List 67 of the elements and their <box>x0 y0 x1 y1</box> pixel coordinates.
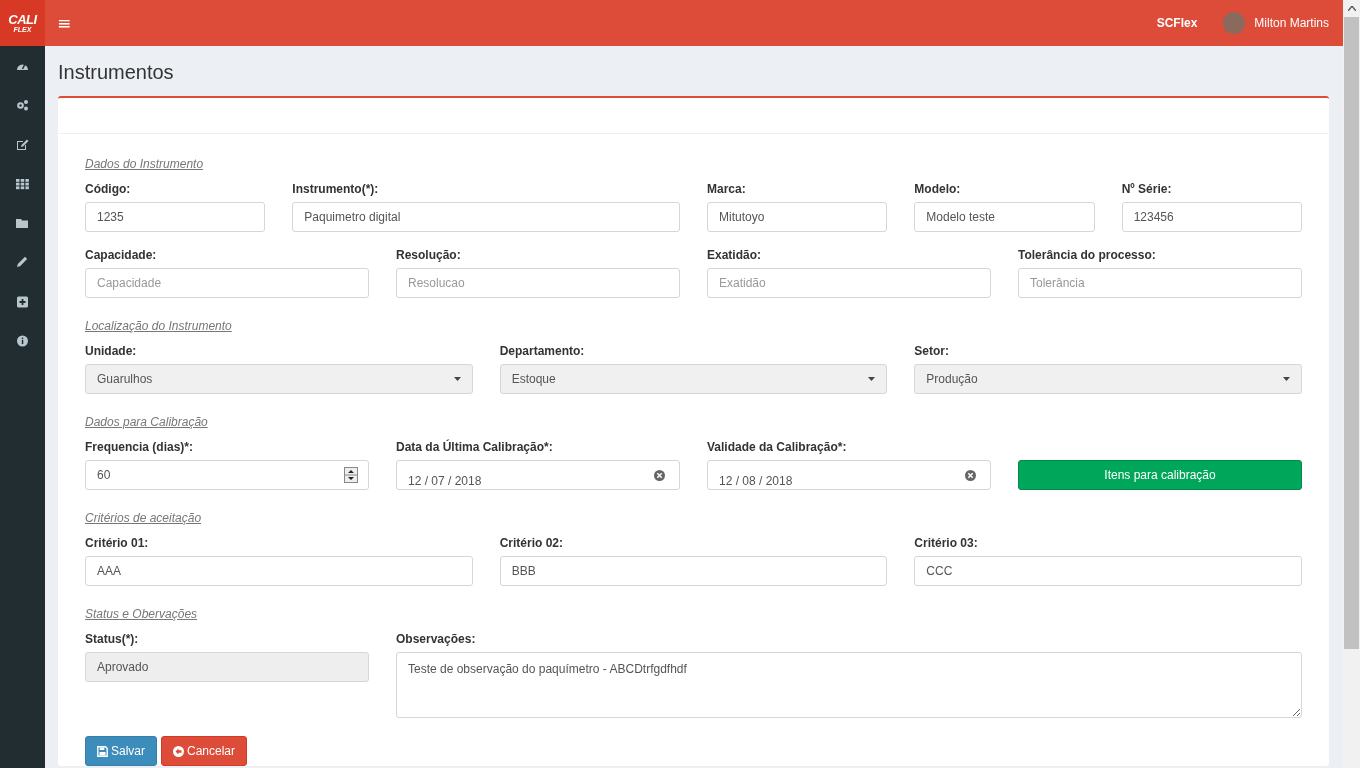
text-field[interactable]: Resolucao <box>396 268 680 298</box>
number-field[interactable]: 60 <box>85 460 369 490</box>
field-label: Instrumento(*): <box>292 182 380 196</box>
text-field[interactable]: AAA <box>85 556 473 586</box>
text-field[interactable]: 123456 <box>1121 202 1302 232</box>
field-label: Status(*): <box>85 632 140 646</box>
scroll-up-icon[interactable] <box>1347 6 1356 11</box>
field-label: Resolução: <box>396 248 462 262</box>
plus-square-icon[interactable] <box>16 295 29 308</box>
caret-icon <box>453 377 461 381</box>
section-title: Critérios de aceitação <box>85 510 203 526</box>
text-field[interactable]: BBB <box>499 556 888 586</box>
select-field[interactable]: Estoque <box>499 364 888 394</box>
field-label: Data da Última Calibração*: <box>396 440 554 454</box>
field-label: Nº Série: <box>1121 182 1173 196</box>
field-label: Critério 01: <box>85 536 150 550</box>
status-field: Aprovado <box>85 652 369 682</box>
date-field[interactable]: 12 / 07 / 2018 <box>396 460 680 490</box>
field-label: Critério 03: <box>914 536 979 550</box>
text-field[interactable]: Mitutoyo <box>707 202 888 232</box>
field-label: Frequencia (dias)*: <box>85 440 195 454</box>
field-label: Setor: <box>914 344 950 358</box>
gears-icon[interactable] <box>16 99 29 112</box>
text-field[interactable]: Exatidão <box>707 268 991 298</box>
spinner-icon[interactable] <box>344 467 358 483</box>
field-label: Modelo: <box>914 182 962 196</box>
grid-icon[interactable] <box>16 177 29 190</box>
date-field[interactable]: 12 / 08 / 2018 <box>707 460 991 490</box>
select-field[interactable]: Produção <box>914 364 1302 394</box>
section-title: Localização do Instrumento <box>85 318 233 334</box>
section-title: Dados do Instrumento <box>85 156 205 172</box>
field-label: Exatidão: <box>707 248 762 262</box>
info-icon[interactable] <box>16 335 29 348</box>
field-label: Código: <box>85 182 132 196</box>
back-arrow-icon <box>173 745 184 757</box>
pencil-icon[interactable] <box>16 256 29 269</box>
field-label: Capacidade: <box>85 248 158 262</box>
user-name[interactable]: Milton Martins <box>1254 16 1329 30</box>
caret-icon <box>1283 377 1290 381</box>
text-field[interactable]: Tolerância <box>1018 268 1302 298</box>
text-field[interactable]: 1235 <box>85 202 266 232</box>
field-label: Departamento: <box>499 344 586 358</box>
text-field[interactable]: CCC <box>914 556 1302 586</box>
cancel-button[interactable]: Cancelar <box>161 736 248 766</box>
edit-icon[interactable] <box>16 138 29 151</box>
caret-icon <box>868 377 876 381</box>
page-title: Instrumentos <box>58 60 175 84</box>
field-label: Unidade: <box>85 344 138 358</box>
text-field[interactable]: Capacidade <box>85 268 369 298</box>
app-name[interactable]: SCFlex <box>1156 16 1198 30</box>
select-field[interactable]: Guarulhos <box>85 364 473 394</box>
section-title: Status e Obervações <box>85 606 199 622</box>
save-button[interactable]: Salvar <box>85 736 157 766</box>
folder-icon[interactable] <box>16 217 29 230</box>
text-field[interactable]: Paquimetro digital <box>292 202 680 232</box>
field-label: Critério 02: <box>499 536 564 550</box>
section-title: Dados para Calibração <box>85 414 209 430</box>
textarea-field[interactable]: Teste de observação do paquímetro - ABCDtrfgdfhdf <box>396 652 1302 718</box>
field-label: Marca: <box>707 182 747 196</box>
menu-button[interactable]: ≡ <box>45 13 84 33</box>
clear-icon[interactable] <box>654 469 665 481</box>
field-label: Tolerância do processo: <box>1018 248 1157 262</box>
field-label: Observações: <box>396 632 477 646</box>
clear-icon[interactable] <box>965 469 976 481</box>
field-label: Validade da Calibração*: <box>707 440 848 454</box>
floppy-icon <box>97 745 108 757</box>
text-field[interactable]: Modelo teste <box>914 202 1095 232</box>
